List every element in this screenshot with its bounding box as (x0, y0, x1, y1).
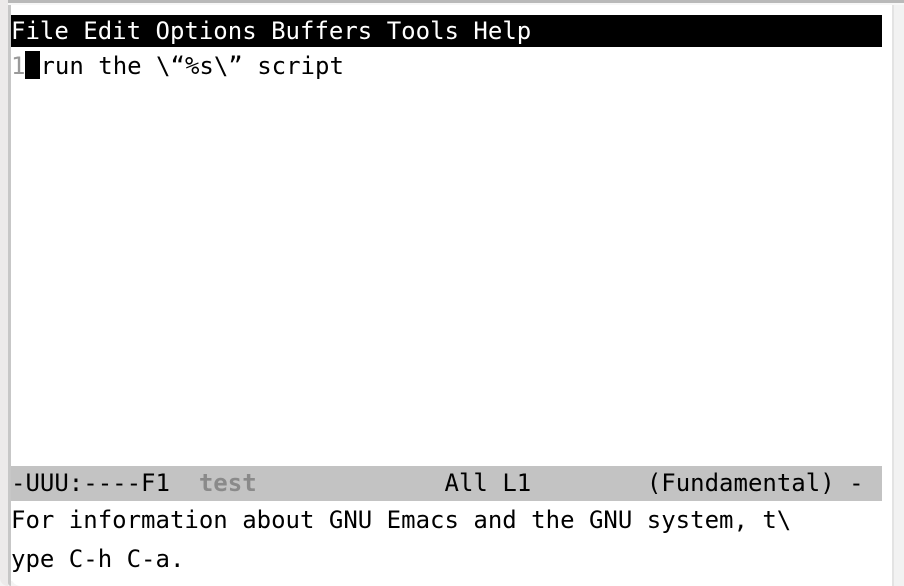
buffer-line-1[interactable]: 1 run the \“%s\” script (11, 47, 882, 85)
line-number: 1 (11, 52, 26, 80)
menu-item-edit[interactable]: Edit (83, 17, 141, 45)
emacs-frame: File Edit Options Buffers Tools Help 1 ru… (0, 0, 904, 586)
mode-line-major-mode[interactable]: (Fundamental) (647, 469, 835, 497)
menu-item-file[interactable]: File (11, 17, 69, 45)
mode-line-gap-2 (257, 469, 445, 497)
menu-item-options[interactable]: Options (156, 17, 257, 45)
mode-line-gap-1 (170, 469, 199, 497)
menu-separator-4 (372, 17, 386, 45)
menu-separator-3 (257, 17, 271, 45)
menu-separator-1 (69, 17, 83, 45)
frame-right-margin (894, 5, 904, 586)
frame-left-margin (0, 0, 8, 586)
echo-area-line-2: ype C-h C-a. (11, 545, 185, 573)
buffer-line-text: run the \“%s\” script (40, 52, 344, 80)
buffer-text-area[interactable]: 1 run the \“%s\” script (11, 47, 882, 466)
mode-line-buffer-name[interactable]: test (199, 469, 257, 497)
mode-line-gap-3 (531, 469, 647, 497)
echo-area-line-1: For information about GNU Emacs and the … (11, 506, 792, 534)
mode-line-line-number: L1 (502, 469, 532, 497)
mode-line-position: All (444, 469, 488, 497)
menu-item-buffers[interactable]: Buffers (271, 17, 372, 45)
mode-line[interactable]: -UUU:----F1 test All L1 (Fundamental) - (11, 466, 882, 501)
echo-area: For information about GNU Emacs and the … (11, 501, 882, 581)
menu-item-help[interactable]: Help (473, 17, 531, 45)
mode-line-space-1 (488, 469, 502, 497)
menu-separator-5 (459, 17, 473, 45)
menu-item-tools[interactable]: Tools (387, 17, 459, 45)
menu-bar: File Edit Options Buffers Tools Help (11, 15, 882, 47)
mode-line-flags: -UUU:----F1 (11, 469, 170, 497)
text-cursor (25, 51, 41, 79)
menu-separator-2 (141, 17, 155, 45)
mode-line-trailing: - (834, 469, 864, 497)
